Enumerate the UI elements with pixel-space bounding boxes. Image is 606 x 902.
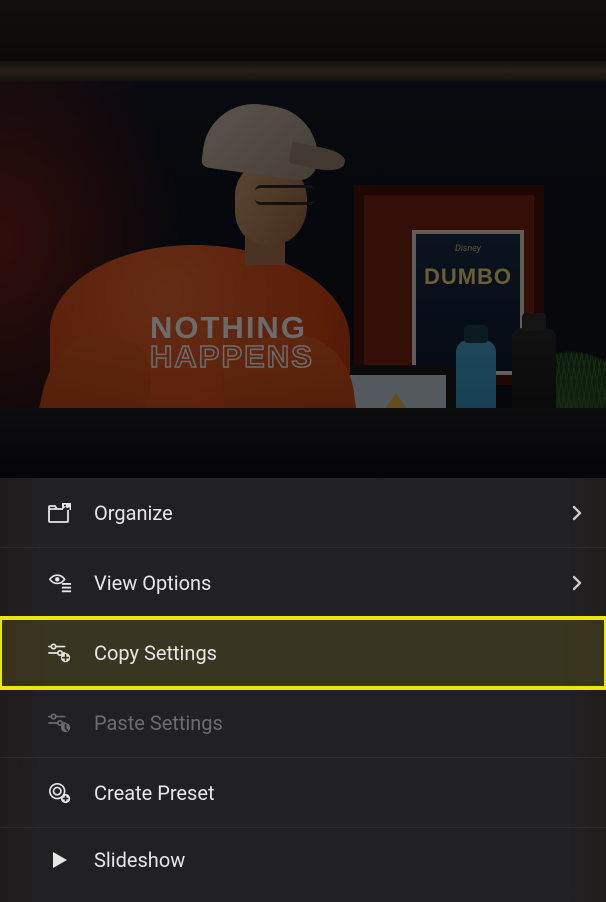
- organize-icon: [48, 501, 72, 525]
- menu-item-create-preset[interactable]: Create Preset: [0, 758, 606, 828]
- menu-item-label: Copy Settings: [94, 641, 582, 665]
- photo-preview[interactable]: Disney DUMBO NOTHING HAPPENS: [0, 0, 606, 478]
- menu-item-view-options[interactable]: View Options: [0, 548, 606, 618]
- menu-item-label: Create Preset: [94, 781, 582, 805]
- preset-add-icon: [48, 781, 72, 805]
- chevron-right-icon: [572, 575, 582, 591]
- menu-item-slideshow[interactable]: Slideshow: [0, 828, 606, 892]
- view-options-icon: [48, 571, 72, 595]
- menu-item-label: Slideshow: [94, 848, 582, 872]
- photo-scene: Disney DUMBO NOTHING HAPPENS: [0, 0, 606, 478]
- sliders-paste-icon: [48, 711, 72, 735]
- context-menu: Organize View Options: [0, 478, 606, 902]
- sweater-graphic-text: NOTHING HAPPENS: [150, 313, 314, 372]
- chevron-right-icon: [572, 505, 582, 521]
- menu-item-paste-settings: Paste Settings: [0, 688, 606, 758]
- menu-item-label: View Options: [94, 571, 572, 595]
- sliders-add-icon: [48, 641, 72, 665]
- poster-brand: Disney: [416, 244, 520, 254]
- menu-item-label: Organize: [94, 501, 572, 525]
- play-icon: [48, 848, 72, 872]
- menu-item-organize[interactable]: Organize: [0, 478, 606, 548]
- app-root: Disney DUMBO NOTHING HAPPENS: [0, 0, 606, 902]
- menu-item-label: Paste Settings: [94, 711, 582, 735]
- poster-title: DUMBO: [416, 264, 520, 290]
- menu-list: Organize View Options: [0, 478, 606, 892]
- menu-item-copy-settings[interactable]: Copy Settings: [0, 618, 606, 688]
